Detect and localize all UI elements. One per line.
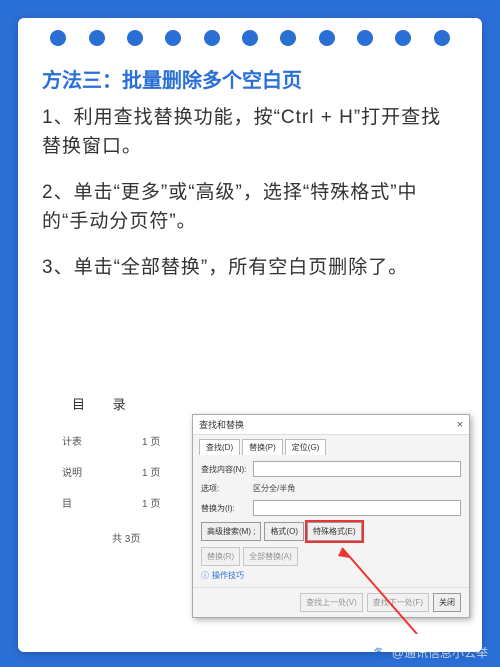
replace-input[interactable] (253, 500, 461, 516)
replace-all-button[interactable]: 全部替换(A) (243, 547, 298, 566)
info-icon: ⓘ (201, 570, 209, 581)
content-area: 方法三：批量删除多个空白页 1、利用查找替换功能，按“Ctrl + H”打开查找… (42, 64, 458, 298)
special-format-button[interactable]: 特殊格式(E) (307, 522, 362, 541)
dialog-title-text: 查找和替换 (199, 418, 244, 431)
dialog-button-row-1: 高级搜索(M) ; 格式(O) 特殊格式(E) (201, 522, 461, 541)
doc-row: 目1 页 (62, 495, 160, 510)
dialog-footer: 查找上一处(V) 查找下一处(F) 关闭 (193, 587, 469, 617)
background-document: 目 录 计表1 页 说明1 页 目1 页 共 3页 (62, 394, 160, 545)
doc-row: 计表1 页 (62, 433, 160, 448)
watermark: 🐾 @通讯信息小公举 (374, 644, 488, 661)
format-button[interactable]: 格式(O) (264, 522, 304, 541)
find-input[interactable] (253, 461, 461, 477)
paper-card: 方法三：批量删除多个空白页 1、利用查找替换功能，按“Ctrl + H”打开查找… (18, 18, 482, 652)
dialog-button-row-2: 替换(R) 全部替换(A) (201, 547, 461, 566)
advanced-search-button[interactable]: 高级搜索(M) ; (201, 522, 261, 541)
tab-replace[interactable]: 替换(P) (242, 439, 283, 455)
dialog-body: 查找内容(N): 选项: 区分全/半角 替换为(I): 高级搜索(M) ; 格式… (193, 455, 469, 587)
close-button[interactable]: 关闭 (433, 593, 461, 612)
close-icon[interactable]: × (457, 419, 463, 431)
find-replace-dialog: 查找和替换 × 查找(D) 替换(P) 定位(G) 查找内容(N): 选项: 区… (192, 414, 470, 618)
spiral-holes (18, 30, 482, 46)
doc-row: 说明1 页 (62, 464, 160, 479)
operation-hint[interactable]: ⓘ 操作技巧 (201, 570, 461, 581)
find-next-button[interactable]: 查找下一处(F) (367, 593, 429, 612)
embedded-screenshot: 目 录 计表1 页 说明1 页 目1 页 共 3页 查找和替换 × 查找(D) … (42, 388, 458, 632)
doc-heading: 目 录 (72, 394, 160, 413)
step-3: 3、单击“全部替换”，所有空白页删除了。 (42, 253, 458, 282)
dialog-tabs: 查找(D) 替换(P) 定位(G) (193, 435, 469, 455)
options-text: 区分全/半角 (253, 483, 295, 494)
doc-total: 共 3页 (112, 530, 160, 545)
tab-find[interactable]: 查找(D) (199, 439, 240, 455)
tab-goto[interactable]: 定位(G) (285, 439, 327, 455)
replace-label: 替换为(I): (201, 503, 249, 514)
step-1: 1、利用查找替换功能，按“Ctrl + H”打开查找替换窗口。 (42, 103, 458, 162)
find-label: 查找内容(N): (201, 464, 249, 475)
dialog-titlebar: 查找和替换 × (193, 415, 469, 435)
options-label: 选项: (201, 483, 249, 494)
find-prev-button[interactable]: 查找上一处(V) (300, 593, 363, 612)
method-title: 方法三：批量删除多个空白页 (42, 64, 458, 93)
step-2: 2、单击“更多”或“高级”，选择“特殊格式”中的“手动分页符”。 (42, 178, 458, 237)
replace-button[interactable]: 替换(R) (201, 547, 240, 566)
